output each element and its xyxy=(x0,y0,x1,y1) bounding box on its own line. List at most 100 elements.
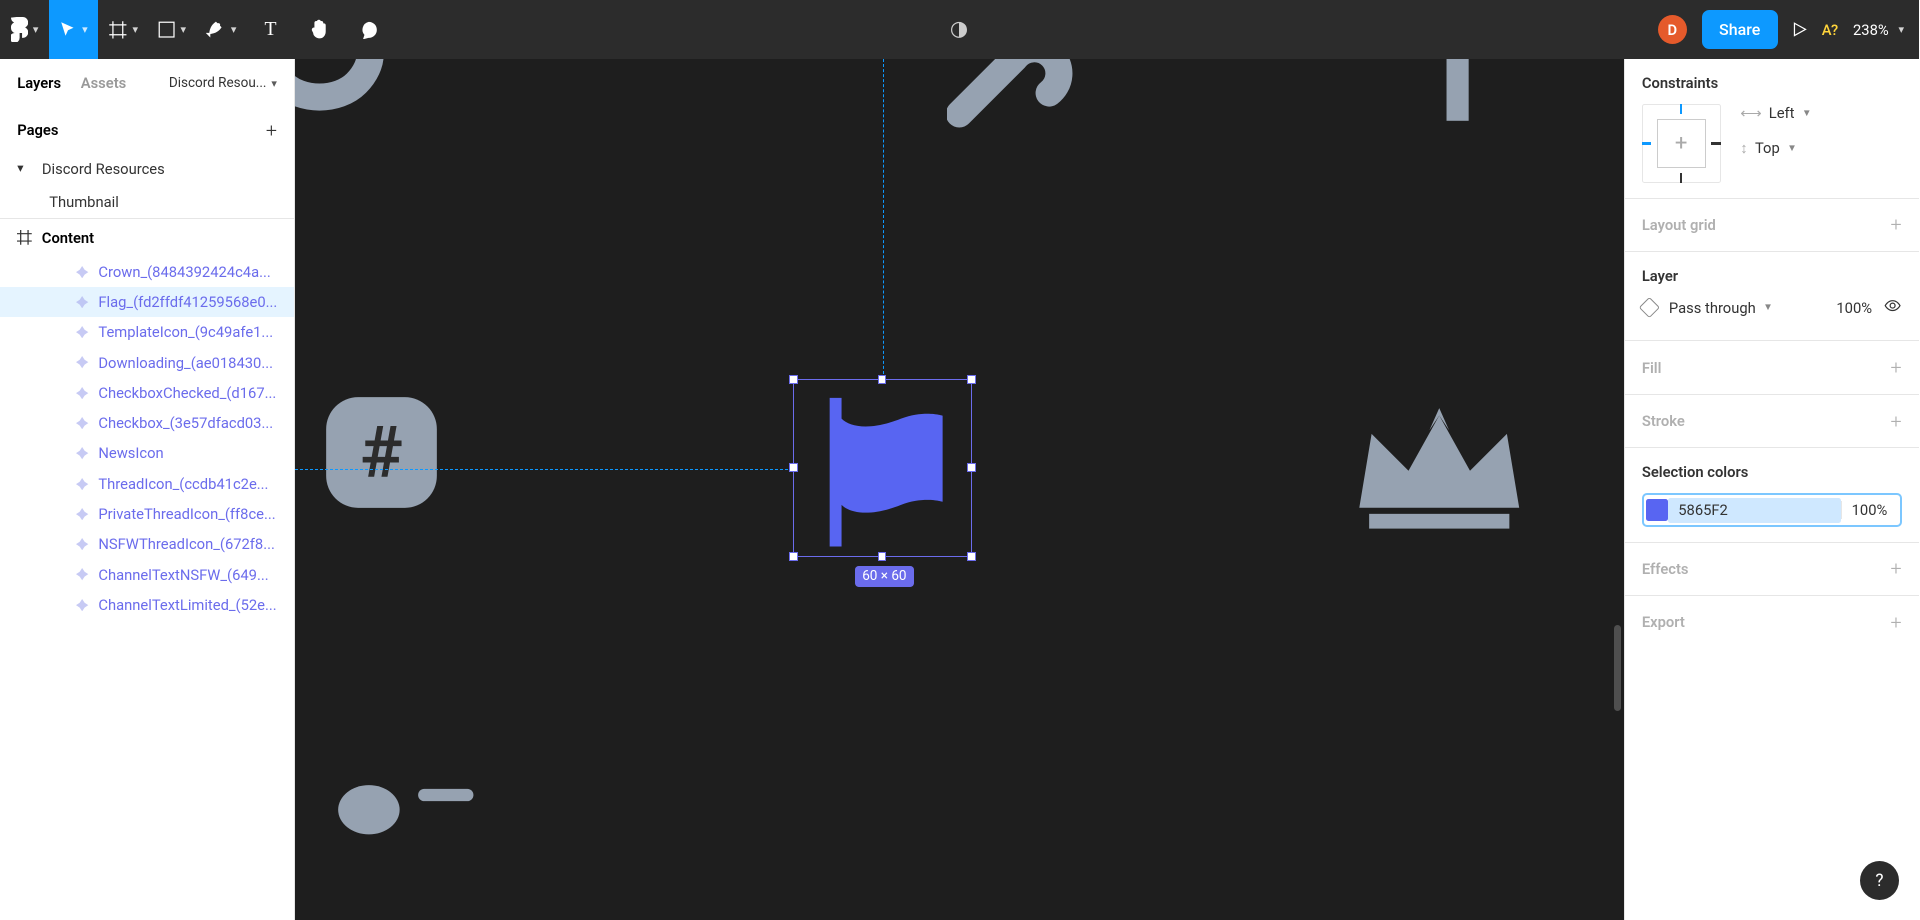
layer-item[interactable]: Crown_(8484392424c4a... xyxy=(0,257,294,287)
resize-handle-tr[interactable] xyxy=(967,375,976,384)
chevron-down-icon: ▼ xyxy=(1787,143,1797,154)
rectangle-icon xyxy=(158,21,175,38)
fill-label: Fill xyxy=(1642,359,1662,377)
layout-grid-label: Layout grid xyxy=(1642,216,1716,234)
figma-logo-icon xyxy=(11,17,28,42)
contrast-icon xyxy=(950,20,970,40)
blend-mode-value: Pass through xyxy=(1669,299,1756,317)
layer-name: PrivateThreadIcon_(ff8ce... xyxy=(98,505,275,523)
canvas-bg-shape xyxy=(947,59,1095,145)
frame-tool-button[interactable]: ▾ xyxy=(98,0,147,59)
pages-label: Pages xyxy=(17,121,58,139)
alignment-guide-vertical xyxy=(883,59,884,379)
effects-label: Effects xyxy=(1642,560,1689,578)
resize-handle-mr[interactable] xyxy=(967,463,976,472)
play-icon xyxy=(1792,22,1807,37)
frame-icon xyxy=(17,230,32,245)
text-icon: T xyxy=(265,18,277,41)
constraint-vertical-dropdown[interactable]: ↕ Top ▼ xyxy=(1740,139,1901,157)
layer-item[interactable]: TemplateIcon_(9c49afe1... xyxy=(0,317,294,347)
selection-bounding-box[interactable] xyxy=(793,379,971,557)
layer-opacity-value[interactable]: 100% xyxy=(1836,299,1872,317)
layer-name: ChannelTextLimited_(52e... xyxy=(98,596,276,614)
left-panel: Layers Assets Discord Resou... ▾ Pages +… xyxy=(0,59,295,920)
share-button[interactable]: Share xyxy=(1702,10,1778,49)
canvas-bg-shape xyxy=(295,59,430,133)
zoom-dropdown[interactable]: 238% ▾ xyxy=(1853,21,1904,39)
layer-item[interactable]: ThreadIcon_(ccdb41c2e... xyxy=(0,469,294,499)
selection-dimensions-label: 60 × 60 xyxy=(855,566,914,587)
pen-tool-button[interactable]: ▾ xyxy=(197,0,246,59)
text-tool-button[interactable]: T xyxy=(246,0,295,59)
layer-list: Crown_(8484392424c4a... Flag_(fd2ffdf4125… xyxy=(0,257,294,920)
resize-handle-bl[interactable] xyxy=(789,552,798,561)
missing-fonts-indicator[interactable]: A? xyxy=(1822,21,1838,39)
layer-name: Flag_(fd2ffdf41259568e0... xyxy=(98,293,277,311)
user-avatar[interactable]: D xyxy=(1658,15,1688,45)
tab-layers[interactable]: Layers xyxy=(17,74,61,92)
layer-item[interactable]: CheckboxChecked_(d167... xyxy=(0,378,294,408)
hand-icon xyxy=(309,18,331,40)
top-toolbar: ▾ ▾ ▾ ▾ ▾ T D Share xyxy=(0,0,1919,59)
layer-item[interactable]: PrivateThreadIcon_(ff8ce... xyxy=(0,499,294,529)
hashtag-icon: # xyxy=(320,391,443,514)
present-button[interactable] xyxy=(1792,22,1807,37)
layout-grid-section: Layout grid + xyxy=(1625,199,1919,253)
alignment-guide-horizontal xyxy=(295,469,793,470)
add-layout-grid-button[interactable]: + xyxy=(1890,213,1901,236)
canvas[interactable]: # 60 × 60 xyxy=(295,59,1623,920)
layer-item[interactable]: ChannelTextLimited_(52e... xyxy=(0,590,294,620)
page-item[interactable]: Thumbnail xyxy=(0,185,294,218)
page-item[interactable]: ▾ Discord Resources xyxy=(0,152,294,185)
resize-handle-ml[interactable] xyxy=(789,463,798,472)
selection-colors-section: Selection colors 5865F2 100% xyxy=(1625,448,1919,542)
tab-assets[interactable]: Assets xyxy=(81,74,127,92)
constraints-section: Constraints + ⟷ Left ▼ ↕ Top xyxy=(1625,59,1919,199)
layer-section: Layer Pass through ▼ 100% xyxy=(1625,252,1919,341)
fill-section: Fill + xyxy=(1625,341,1919,395)
resize-handle-tl[interactable] xyxy=(789,375,798,384)
color-opacity-input[interactable]: 100% xyxy=(1841,501,1897,519)
add-fill-button[interactable]: + xyxy=(1890,356,1901,379)
layer-item[interactable]: Flag_(fd2ffdf41259568e0... xyxy=(0,287,294,317)
add-page-button[interactable]: + xyxy=(266,119,277,142)
chevron-down-icon: ▾ xyxy=(132,23,138,36)
layer-item[interactable]: NSFWThreadIcon_(672f8... xyxy=(0,529,294,559)
file-name: Discord Resou... xyxy=(169,75,267,91)
right-panel: Constraints + ⟷ Left ▼ ↕ Top xyxy=(1624,59,1919,920)
hand-tool-button[interactable] xyxy=(295,0,344,59)
file-dropdown[interactable]: Discord Resou... ▾ xyxy=(169,75,277,91)
add-stroke-button[interactable]: + xyxy=(1890,410,1901,433)
chevron-down-icon: ▾ xyxy=(231,23,237,36)
frame-header-row[interactable]: Content xyxy=(0,218,294,257)
main-menu-button[interactable]: ▾ xyxy=(0,0,49,59)
color-hex-input[interactable]: 5865F2 xyxy=(1668,498,1840,523)
visibility-toggle[interactable] xyxy=(1884,297,1901,318)
resize-handle-tm[interactable] xyxy=(878,375,887,384)
canvas-scrollbar[interactable] xyxy=(1614,625,1621,711)
constraint-horizontal-dropdown[interactable]: ⟷ Left ▼ xyxy=(1740,104,1901,122)
add-export-button[interactable]: + xyxy=(1890,611,1901,634)
layer-item[interactable]: ChannelTextNSFW_(649... xyxy=(0,559,294,589)
shape-tool-button[interactable]: ▾ xyxy=(148,0,197,59)
toolbar-center-group xyxy=(950,20,970,40)
color-swatch[interactable] xyxy=(1646,499,1668,521)
layer-item[interactable]: Checkbox_(3e57dfacd03... xyxy=(0,408,294,438)
resize-handle-br[interactable] xyxy=(967,552,976,561)
comment-icon xyxy=(359,20,379,40)
move-tool-button[interactable]: ▾ xyxy=(49,0,98,59)
canvas-bg-shape xyxy=(332,779,480,841)
page-name: Discord Resources xyxy=(42,160,165,178)
add-effect-button[interactable]: + xyxy=(1890,557,1901,580)
chevron-down-icon: ▼ xyxy=(1763,302,1773,313)
constraint-widget[interactable]: + xyxy=(1642,104,1721,183)
selection-color-row[interactable]: 5865F2 100% xyxy=(1642,493,1902,527)
blend-mode-dropdown[interactable]: Pass through ▼ xyxy=(1669,299,1773,317)
layer-name: ChannelTextNSFW_(649... xyxy=(98,566,268,584)
layer-item[interactable]: NewsIcon xyxy=(0,438,294,468)
layer-name: NSFWThreadIcon_(672f8... xyxy=(98,535,275,553)
comment-tool-button[interactable] xyxy=(344,0,393,59)
resize-handle-bm[interactable] xyxy=(878,552,887,561)
cursor-icon xyxy=(60,21,77,38)
layer-item[interactable]: Downloading_(ae018430... xyxy=(0,347,294,377)
